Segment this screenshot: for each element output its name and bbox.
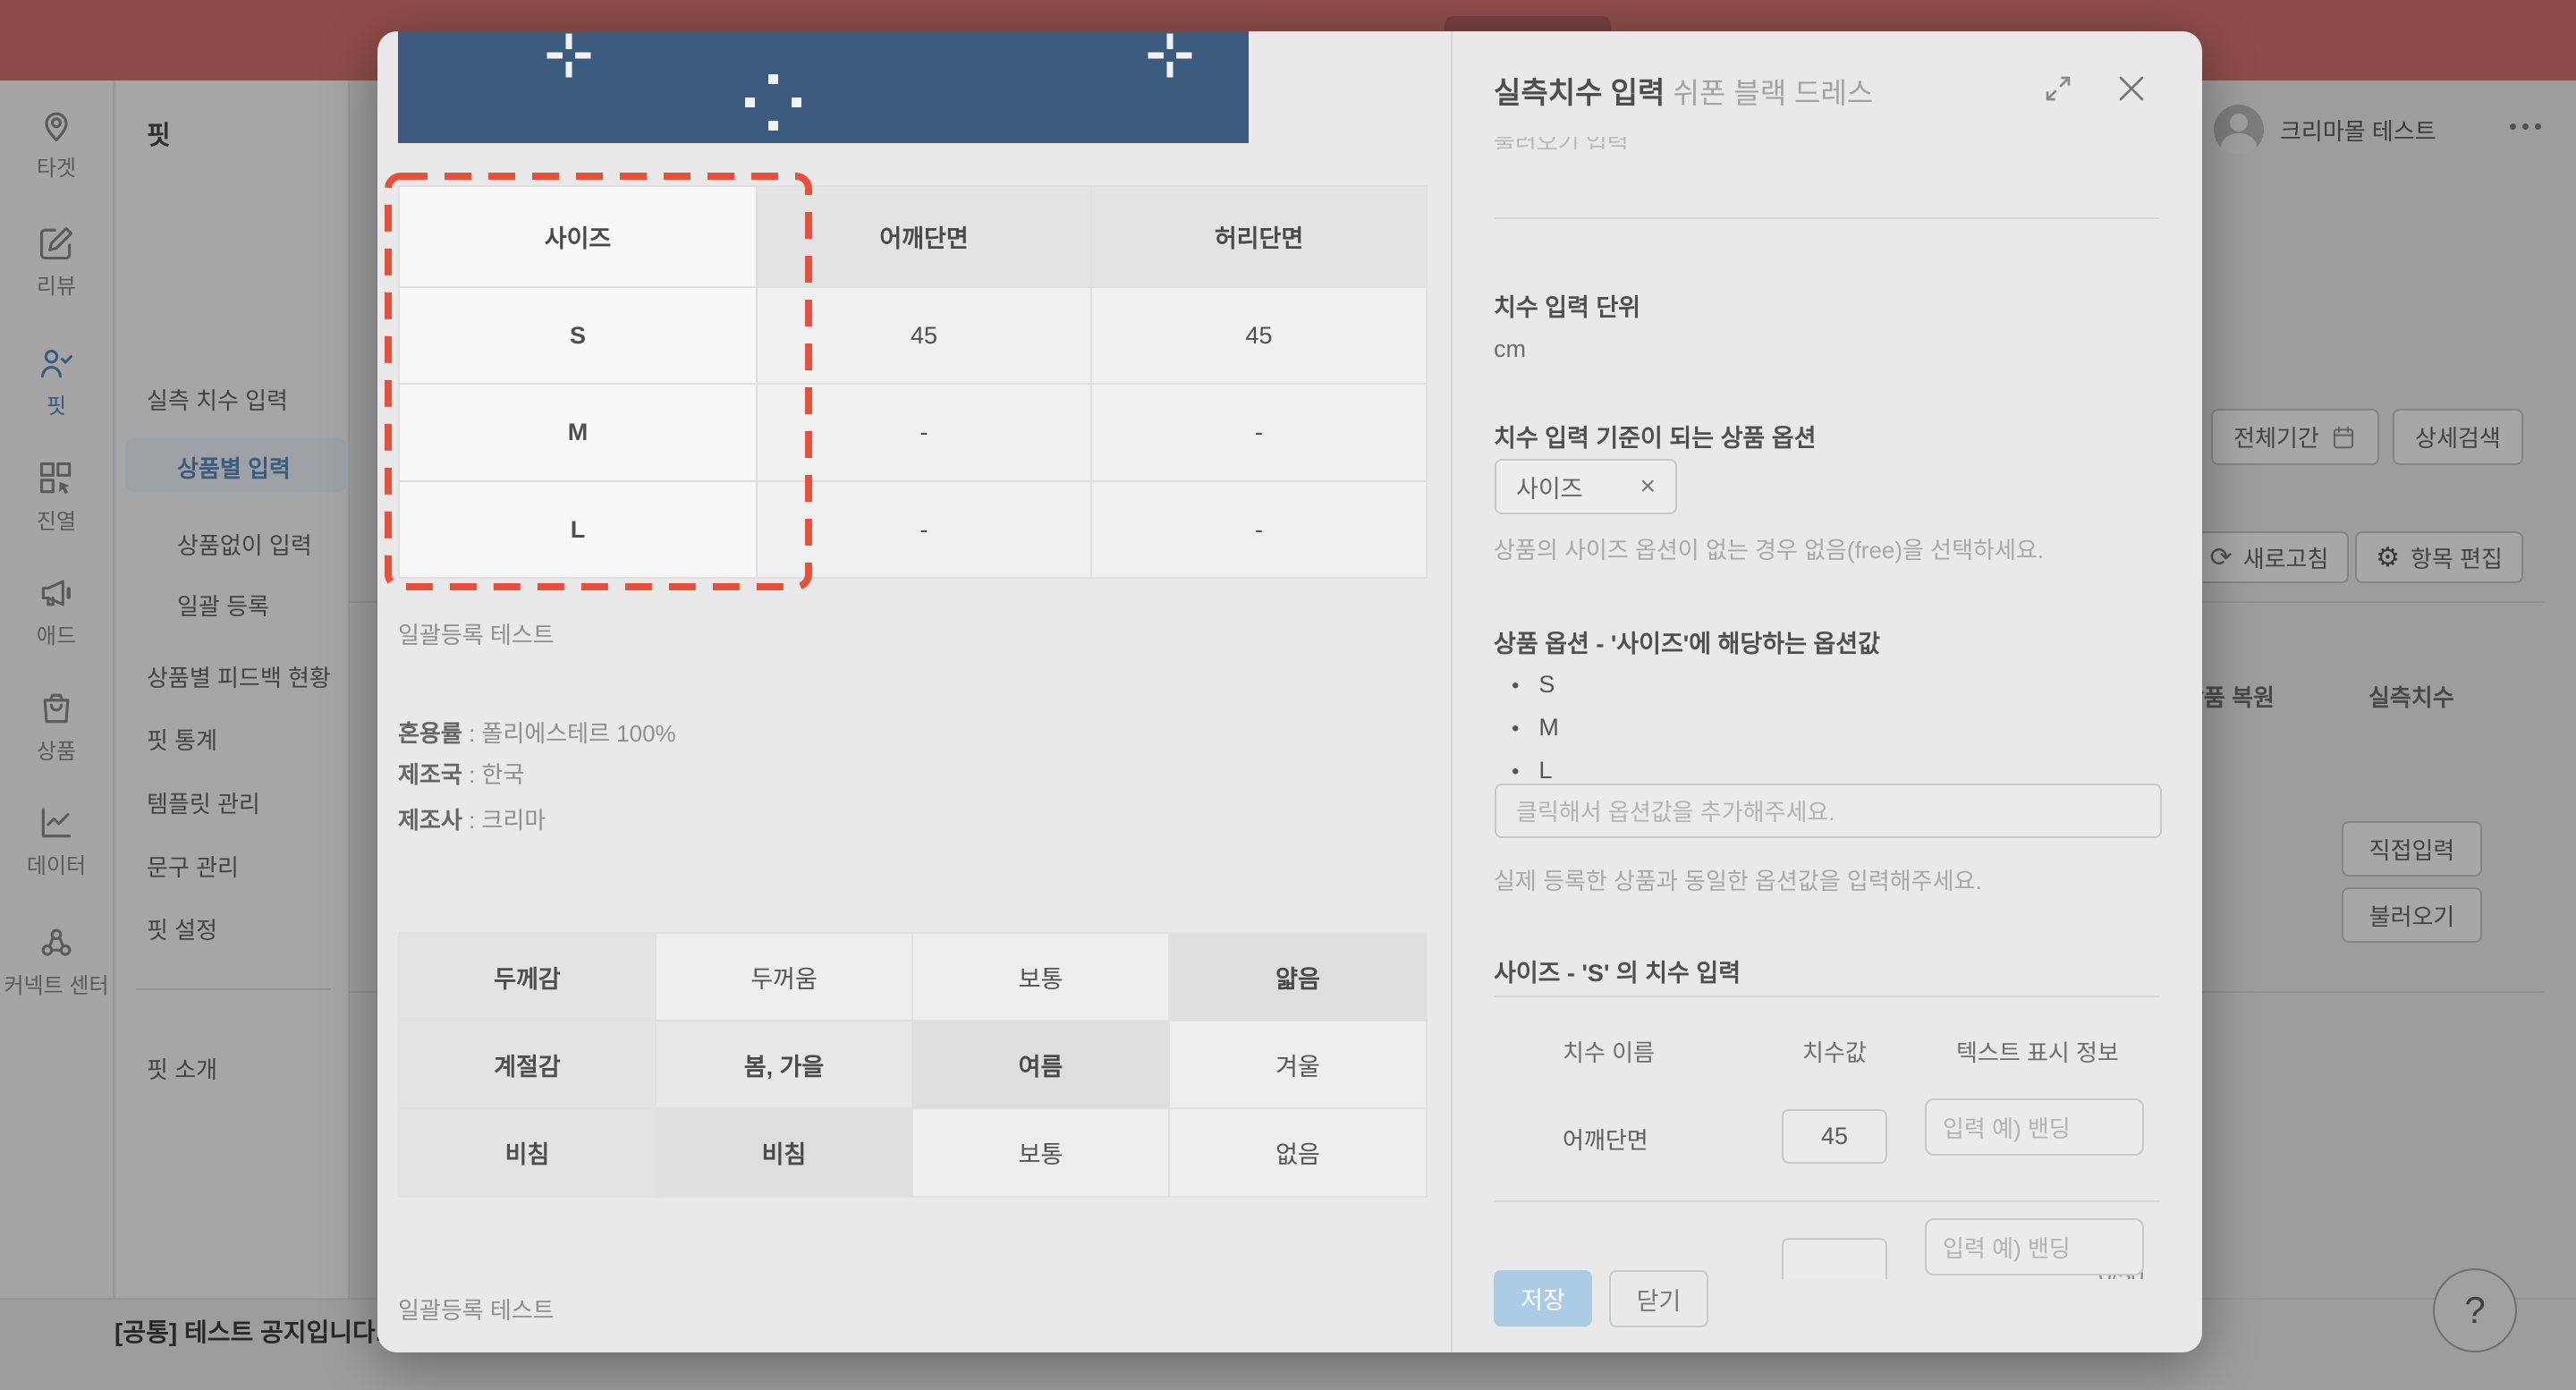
panel-divider	[1494, 996, 2159, 997]
add-option-value-input[interactable]: 클릭해서 옵션값을 추가해주세요.	[1495, 784, 2162, 838]
info-label: 혼용률	[398, 720, 462, 747]
option-value: M	[1538, 714, 1559, 741]
unit-label: 치수 입력 단위	[1494, 294, 1641, 321]
option-value-item: • L	[1512, 757, 1553, 784]
product-name: 쉬폰 블랙 드레스	[1673, 77, 1874, 109]
fit-row-label: 계절감	[398, 1020, 657, 1109]
text-info-input[interactable]: 입력 예) 밴딩	[1925, 1098, 2144, 1156]
fit-option-selected: 여름	[911, 1020, 1170, 1109]
scrolled-text-remnant: 불러오기 입력	[1494, 137, 1637, 149]
option-value-item: • S	[1512, 671, 1555, 698]
panel-title: 실측치수 입력 쉬폰 블랙 드레스	[1494, 69, 1873, 112]
option-value-item: • M	[1512, 714, 1559, 741]
option-chip[interactable]: 사이즈 ×	[1495, 459, 1677, 514]
column-measure-value: 치수값	[1802, 1039, 1867, 1066]
measure-cell: -	[1090, 480, 1428, 579]
bulk-note-top: 일괄등록 테스트	[398, 622, 555, 648]
panel-scroll-area[interactable]: 불러오기 입력 치수 입력 단위 cm 치수 입력 기준이 되는 상품 옵션 사…	[1453, 130, 2202, 1279]
fit-row-label: 비침	[398, 1107, 657, 1198]
info-value: : 크리마	[462, 807, 547, 834]
chip-remove-icon[interactable]: ×	[1640, 471, 1656, 502]
bulk-note-bottom: 일괄등록 테스트	[398, 1297, 555, 1324]
fit-attribute-table: 두께감 두꺼움 보통 얇음 계절감 봄, 가을 여름 겨울 비침 비침 보통 없…	[398, 932, 1428, 1198]
size-table-header: 허리단면	[1090, 185, 1428, 288]
option-value: L	[1538, 757, 1553, 784]
measure-cell: 45	[1090, 286, 1428, 385]
plus-marker-icon	[1148, 33, 1192, 78]
info-line-material: 혼용률 : 폴리에스테르 100%	[398, 716, 676, 749]
save-label: 저장	[1521, 1287, 1565, 1314]
panel-title-text: 실측치수 입력	[1494, 76, 1665, 109]
size-input-label: 사이즈 - 'S' 의 치수 입력	[1494, 960, 1741, 987]
page: 타겟 리뷰 핏 진열 애드 상품 데이터 커넥트 센터 핏 실측 치수 입력 상…	[0, 0, 2576, 1390]
column-text-info: 텍스트 표시 정보	[1956, 1039, 2119, 1066]
panel-divider	[1494, 1200, 2159, 1202]
panel-divider	[1494, 217, 2159, 219]
expand-icon[interactable]	[2042, 72, 2074, 105]
fit-option: 봄, 가을	[655, 1020, 913, 1109]
info-label: 제조국	[398, 761, 462, 788]
product-image-banner	[398, 31, 1249, 143]
info-value: : 폴리에스테르 100%	[462, 720, 676, 747]
fit-option: 보통	[911, 932, 1170, 1021]
text-info-placeholder: 입력 예) 밴딩	[1943, 1234, 2071, 1262]
measure-value-input[interactable]: 45	[1782, 1109, 1887, 1164]
fit-option-selected: 얇음	[1168, 932, 1428, 1021]
measure-value-input[interactable]	[1782, 1238, 1887, 1279]
info-line-maker: 제조사 : 크리마	[398, 802, 546, 835]
close-icon[interactable]	[2115, 72, 2148, 105]
option-help: 상품의 사이즈 옵션이 없는 경우 없음(free)을 선택하세요.	[1494, 537, 2045, 564]
fit-option: 보통	[911, 1107, 1170, 1198]
fit-option: 겨울	[1168, 1020, 1428, 1109]
measure-name: 어깨단면	[1563, 1127, 1648, 1154]
save-button[interactable]: 저장	[1494, 1270, 1592, 1326]
selection-highlight-box	[385, 173, 812, 590]
measure-input-modal: 사이즈 어깨단면 허리단면 S 45 45 M - - L - - 일괄등록 테…	[377, 31, 2202, 1352]
fit-option: 없음	[1168, 1107, 1428, 1198]
close-button[interactable]: 닫기	[1609, 1270, 1708, 1327]
option-value: S	[1538, 671, 1555, 698]
column-measure-name: 치수 이름	[1563, 1039, 1655, 1066]
unit-value: cm	[1494, 335, 1526, 362]
fit-option: 두꺼움	[655, 932, 913, 1021]
option-label: 치수 입력 기준이 되는 상품 옵션	[1494, 425, 1817, 452]
text-info-placeholder: 입력 예) 밴딩	[1943, 1115, 2071, 1142]
info-label: 제조사	[398, 807, 462, 834]
option-values-label: 상품 옵션 - '사이즈'에 해당하는 옵션값	[1494, 631, 1880, 657]
values-help: 실제 등록한 상품과 동일한 옵션값을 입력해주세요.	[1494, 868, 1982, 894]
measure-input-panel: 실측치수 입력 쉬폰 블랙 드레스 불러오기 입력 치수 입력 단위 cm 치수…	[1453, 31, 2202, 1352]
info-line-country: 제조국 : 한국	[398, 757, 524, 790]
fit-row-label: 두께감	[398, 932, 657, 1021]
info-value: : 한국	[462, 761, 525, 788]
add-option-placeholder: 클릭해서 옵션값을 추가해주세요.	[1516, 799, 1835, 826]
measure-cell: -	[1090, 383, 1428, 482]
measure-value: 45	[1820, 1123, 1849, 1149]
close-label: 닫기	[1636, 1287, 1682, 1315]
text-info-input[interactable]: 입력 예) 밴딩	[1925, 1218, 2144, 1276]
option-chip-label: 사이즈	[1516, 475, 1583, 503]
plus-marker-icon	[547, 33, 591, 78]
fit-option-selected: 비침	[655, 1107, 913, 1198]
